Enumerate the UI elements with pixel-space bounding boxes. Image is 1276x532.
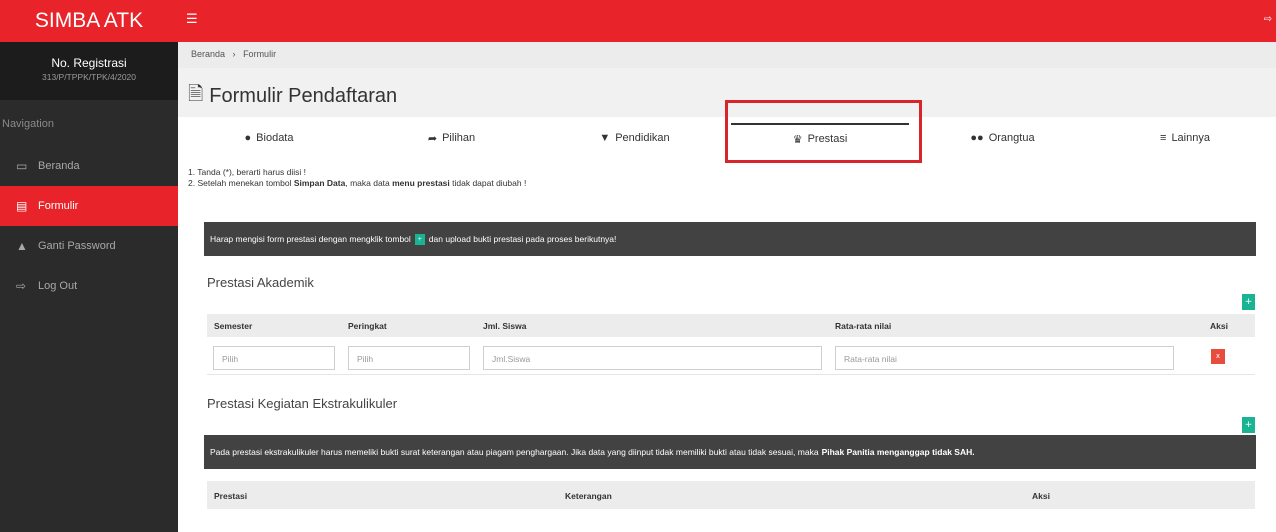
logout-icon: ⇨	[16, 279, 27, 293]
sidebar-item-label: Log Out	[38, 280, 78, 292]
add-ekstra-button[interactable]: +	[1242, 417, 1255, 433]
users-icon: ●●	[970, 132, 984, 144]
instructions: 1. Tanda (*), berarti harus diisi ! 2. S…	[188, 167, 526, 189]
sidebar-item-formulir[interactable]: ▤ Formulir	[0, 186, 178, 226]
section-title-ekstra: Prestasi Kegiatan Ekstrakulikuler	[207, 396, 398, 411]
lock-icon: ▲	[16, 239, 28, 253]
col-peringkat: Peringkat	[348, 321, 387, 331]
rata-rata-input[interactable]: Rata-rata nilai	[835, 346, 1174, 370]
tab-label: Orangtua	[988, 132, 1035, 144]
registration-panel: No. Registrasi 313/P/TPPK/TPK/4/2020	[0, 42, 178, 100]
section-title-akademik: Prestasi Akademik	[207, 275, 314, 290]
sidebar-item-label: Beranda	[38, 160, 80, 172]
col-rata-rata: Rata-rata nilai	[835, 321, 892, 331]
ekstra-table-header: Prestasi Keterangan Aksi	[207, 481, 1255, 509]
graduation-cap-icon: ▼	[599, 132, 611, 144]
sidebar-item-label: Ganti Password	[38, 240, 116, 252]
breadcrumb-home[interactable]: Beranda	[191, 49, 225, 59]
tab-lainnya[interactable]: ≡ Lainnya	[1094, 123, 1276, 153]
tab-label: Lainnya	[1171, 132, 1210, 144]
delete-row-button[interactable]: x	[1211, 349, 1225, 364]
breadcrumb-current: Formulir	[243, 49, 277, 59]
col-prestasi: Prestasi	[214, 491, 248, 501]
form-panel: ● Biodata ➦ Pilihan ▼ Pendidikan ♛ Prest…	[178, 100, 1276, 532]
col-aksi: Aksi	[1210, 321, 1228, 331]
registration-number: 313/P/TPPK/TPK/4/2020	[41, 72, 137, 82]
col-aksi: Aksi	[1032, 491, 1050, 501]
sidebar-item-ganti-password[interactable]: ▲ Ganti Password	[0, 226, 178, 266]
tab-bar: ● Biodata ➦ Pilihan ▼ Pendidikan ♛ Prest…	[178, 100, 1276, 163]
document-icon: 🗎	[188, 84, 204, 105]
document-icon: ▤	[16, 199, 28, 213]
tab-biodata[interactable]: ● Biodata	[178, 123, 360, 153]
tab-label: Biodata	[256, 132, 294, 144]
page-title-text: Formulir Pendaftaran	[209, 84, 398, 107]
top-bar: ☰ ⇨	[178, 0, 1276, 42]
tab-label: Pilihan	[442, 132, 476, 144]
jml-siswa-input[interactable]: Jml.Siswa	[483, 346, 822, 370]
akademik-table-header: Semester Peringkat Jml. Siswa Rata-rata …	[207, 314, 1255, 337]
ekstra-warning-alert: Pada prestasi ekstrakulikuler harus meme…	[204, 435, 1256, 469]
table-row: Pilih Pilih Jml.Siswa Rata-rata nilai x	[207, 337, 1255, 375]
registration-label: No. Registrasi	[51, 56, 127, 70]
bars-icon: ≡	[1160, 132, 1167, 144]
info-alert: Harap mengisi form prestasi dengan mengk…	[204, 222, 1256, 256]
tab-label: Pendidikan	[615, 132, 670, 144]
col-keterangan: Keterangan	[565, 491, 612, 501]
note-line-1: 1. Tanda (*), berarti harus diisi !	[188, 167, 306, 177]
monitor-icon: ▭	[16, 159, 28, 173]
peringkat-select[interactable]: Pilih	[348, 346, 470, 370]
brand-logo[interactable]: SIMBA ATK	[0, 0, 178, 42]
tab-orangtua[interactable]: ●● Orangtua	[911, 123, 1094, 153]
breadcrumb-separator: ›	[232, 49, 236, 59]
main-area: Beranda › Formulir 🗎 Formulir Pendaftara…	[178, 42, 1276, 532]
nav-heading: Navigation	[2, 118, 54, 130]
page-title: 🗎 Formulir Pendaftaran	[188, 80, 397, 112]
highlight-box	[725, 100, 922, 163]
semester-select[interactable]: Pilih	[213, 346, 335, 370]
col-jml-siswa: Jml. Siswa	[483, 321, 527, 331]
tab-pilihan[interactable]: ➦ Pilihan	[360, 123, 543, 153]
add-akademik-button[interactable]: +	[1242, 294, 1255, 310]
menu-toggle-icon[interactable]: ☰	[186, 12, 198, 27]
logout-icon[interactable]: ⇨	[1264, 14, 1272, 25]
sidebar: SIMBA ATK No. Registrasi 313/P/TPPK/TPK/…	[0, 0, 178, 532]
sidebar-item-label: Formulir	[38, 200, 79, 212]
col-semester: Semester	[214, 321, 253, 331]
sidebar-item-logout[interactable]: ⇨ Log Out	[0, 266, 178, 306]
sidebar-item-beranda[interactable]: ▭ Beranda	[0, 146, 178, 186]
share-icon: ➦	[427, 132, 438, 145]
user-icon: ●	[244, 132, 252, 144]
tab-pendidikan[interactable]: ▼ Pendidikan	[543, 123, 726, 153]
breadcrumb: Beranda › Formulir	[178, 42, 1276, 68]
note-line-2: 2. Setelah menekan tombol Simpan Data, m…	[188, 178, 527, 188]
plus-icon: +	[414, 233, 425, 245]
